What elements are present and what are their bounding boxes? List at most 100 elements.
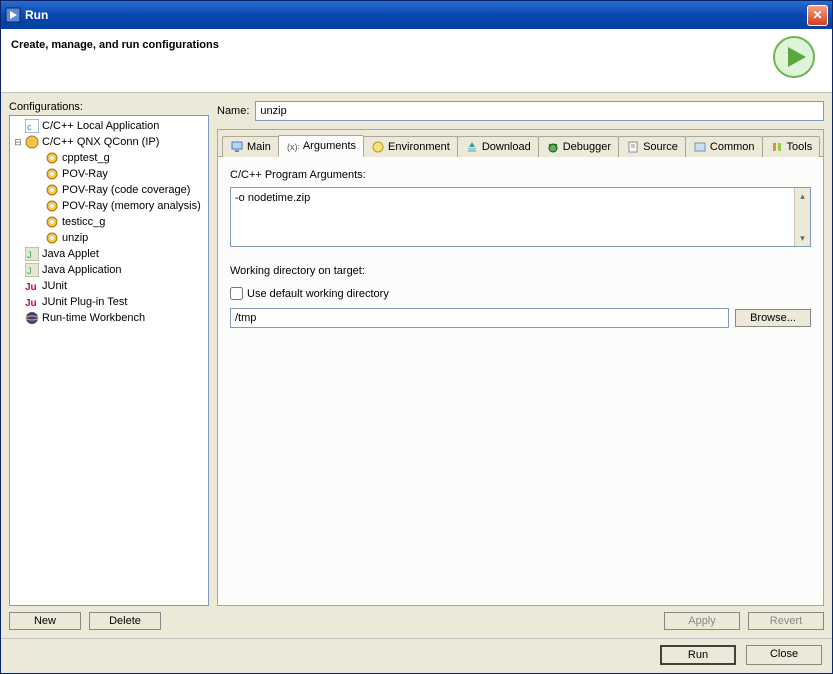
- app-icon: [5, 7, 21, 23]
- tree-item-povray-mem[interactable]: POV-Ray (memory analysis): [10, 198, 208, 214]
- tab-common[interactable]: Common: [685, 136, 763, 157]
- apply-button[interactable]: Apply: [664, 612, 740, 630]
- header-subtitle: Create, manage, and run configurations: [11, 35, 772, 51]
- tab-environment[interactable]: Environment: [363, 136, 458, 157]
- use-default-label: Use default working directory: [247, 288, 389, 300]
- scroll-up-icon[interactable]: ▴: [795, 188, 810, 204]
- junit-plugin-icon: Ju: [24, 294, 40, 310]
- download-icon: [465, 140, 479, 154]
- close-icon[interactable]: ✕: [807, 5, 828, 26]
- tree-item-label: POV-Ray: [62, 168, 108, 180]
- tree-item-java-app[interactable]: J Java Application: [10, 262, 208, 278]
- tree-item-junit[interactable]: Ju JUnit: [10, 278, 208, 294]
- tab-label: Debugger: [563, 141, 611, 153]
- tree-item-testicc[interactable]: testicc_g: [10, 214, 208, 230]
- config-editor: Name: Main (x)= Arguments: [217, 101, 824, 630]
- tree-item-label: Java Applet: [42, 248, 99, 260]
- tab-label: Arguments: [303, 140, 356, 152]
- java-app-icon: J: [24, 262, 40, 278]
- gear-icon: [44, 150, 60, 166]
- tab-body-arguments: C/C++ Program Arguments: -o nodetime.zip…: [218, 157, 823, 605]
- dialog-header: Create, manage, and run configurations: [1, 29, 832, 93]
- name-label: Name:: [217, 105, 249, 117]
- tree-item-povray-cov[interactable]: POV-Ray (code coverage): [10, 182, 208, 198]
- configurations-label: Configurations:: [9, 101, 209, 113]
- editor-footer: Apply Revert: [217, 612, 824, 630]
- tab-debugger[interactable]: Debugger: [538, 136, 619, 157]
- tab-label: Common: [710, 141, 755, 153]
- junit-icon: Ju: [24, 278, 40, 294]
- dialog-body: Configurations: c C/C++ Local Applicatio…: [1, 93, 832, 638]
- collapse-icon[interactable]: ⊟: [12, 137, 24, 148]
- program-args-input[interactable]: -o nodetime.zip: [231, 188, 794, 246]
- main-row: Configurations: c C/C++ Local Applicatio…: [9, 101, 824, 630]
- tab-arguments[interactable]: (x)= Arguments: [278, 135, 364, 157]
- tab-label: Source: [643, 141, 678, 153]
- tree-item-c-local[interactable]: c C/C++ Local Application: [10, 118, 208, 134]
- tab-label: Main: [247, 141, 271, 153]
- use-default-row: Use default working directory: [230, 287, 811, 300]
- use-default-checkbox[interactable]: [230, 287, 243, 300]
- browse-button[interactable]: Browse...: [735, 309, 811, 327]
- c-app-icon: c: [24, 118, 40, 134]
- tab-tools[interactable]: Tools: [762, 136, 821, 157]
- gear-icon: [44, 198, 60, 214]
- bug-icon: [546, 140, 560, 154]
- tree-item-povray[interactable]: POV-Ray: [10, 166, 208, 182]
- tabstrip: Main (x)= Arguments Environment Down: [218, 130, 823, 157]
- name-row: Name:: [217, 101, 824, 121]
- gear-icon: [44, 166, 60, 182]
- tree-item-label: Java Application: [42, 264, 122, 276]
- run-dialog: Run ✕ Create, manage, and run configurat…: [0, 0, 833, 674]
- tree-item-label: JUnit Plug-in Test: [42, 296, 127, 308]
- tree-item-label: cpptest_g: [62, 152, 110, 164]
- tree-item-label: JUnit: [42, 280, 67, 292]
- gear-icon: [44, 214, 60, 230]
- new-button[interactable]: New: [9, 612, 81, 630]
- dialog-footer: Run Close: [1, 638, 832, 673]
- source-icon: [626, 140, 640, 154]
- svg-text:(x)=: (x)=: [287, 142, 299, 152]
- svg-text:Ju: Ju: [25, 298, 37, 309]
- tree-item-label: testicc_g: [62, 216, 105, 228]
- tree-item-cpptest[interactable]: cpptest_g: [10, 150, 208, 166]
- gear-icon: [44, 182, 60, 198]
- workdir-label: Working directory on target:: [230, 265, 811, 277]
- monitor-icon: [230, 140, 244, 154]
- tab-main[interactable]: Main: [222, 136, 279, 157]
- args-scrollbar[interactable]: ▴ ▾: [794, 188, 810, 246]
- args-icon: (x)=: [286, 139, 300, 153]
- tree-item-workbench[interactable]: Run-time Workbench: [10, 310, 208, 326]
- run-play-icon: [772, 35, 816, 79]
- scroll-down-icon[interactable]: ▾: [795, 230, 810, 246]
- revert-button[interactable]: Revert: [748, 612, 824, 630]
- svg-text:J: J: [27, 250, 32, 260]
- common-icon: [693, 140, 707, 154]
- tree-item-junit-plugin[interactable]: Ju JUnit Plug-in Test: [10, 294, 208, 310]
- name-input[interactable]: [255, 101, 824, 121]
- tab-download[interactable]: Download: [457, 136, 539, 157]
- delete-button[interactable]: Delete: [89, 612, 161, 630]
- tree-item-java-applet[interactable]: J Java Applet: [10, 246, 208, 262]
- run-button[interactable]: Run: [660, 645, 736, 665]
- tree-item-label: C/C++ Local Application: [42, 120, 159, 132]
- tree-item-label: POV-Ray (memory analysis): [62, 200, 201, 212]
- tree-item-label: Run-time Workbench: [42, 312, 145, 324]
- workdir-input[interactable]: [230, 308, 729, 328]
- close-button[interactable]: Close: [746, 645, 822, 665]
- tab-label: Environment: [388, 141, 450, 153]
- titlebar: Run ✕: [1, 1, 832, 29]
- workdir-row: Browse...: [230, 308, 811, 328]
- tab-label: Download: [482, 141, 531, 153]
- tab-label: Tools: [787, 141, 813, 153]
- tree-item-label: POV-Ray (code coverage): [62, 184, 190, 196]
- tab-source[interactable]: Source: [618, 136, 686, 157]
- tree-item-c-qnx[interactable]: ⊟ C/C++ QNX QConn (IP): [10, 134, 208, 150]
- tabs-container: Main (x)= Arguments Environment Down: [217, 129, 824, 606]
- configurations-tree[interactable]: c C/C++ Local Application ⊟ C/C++ QNX QC…: [9, 115, 209, 606]
- gear-icon: [44, 230, 60, 246]
- svg-text:Ju: Ju: [25, 282, 37, 293]
- tree-item-unzip[interactable]: unzip: [10, 230, 208, 246]
- tree-item-label: C/C++ QNX QConn (IP): [42, 136, 159, 148]
- env-icon: [371, 140, 385, 154]
